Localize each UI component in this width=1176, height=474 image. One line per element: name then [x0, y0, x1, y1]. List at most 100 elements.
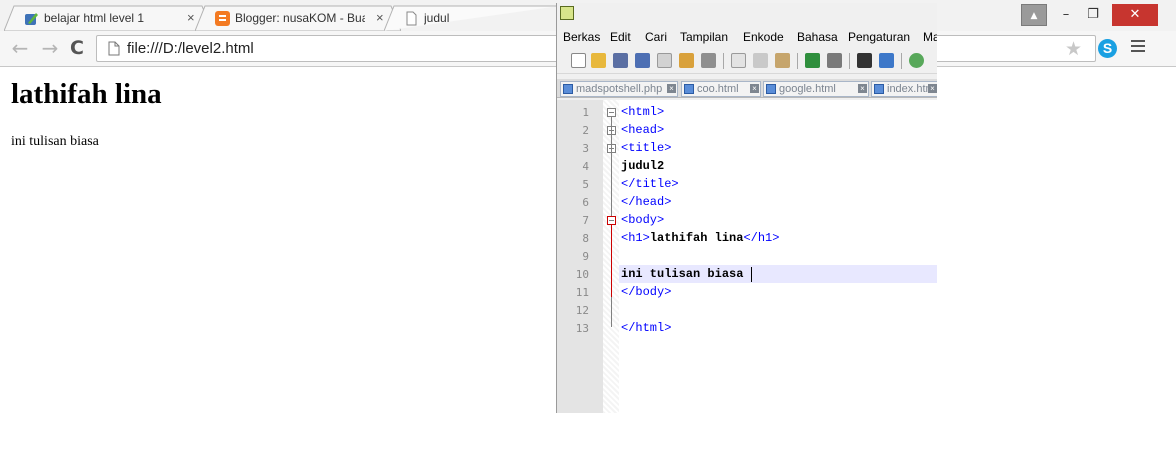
editor-file-tabs: madspotshell.php × coo.html × google.html × in… [557, 79, 937, 98]
open-file-icon[interactable] [591, 53, 606, 68]
file-tab-close-icon[interactable]: × [858, 84, 867, 93]
skype-icon[interactable]: S [1098, 39, 1117, 58]
code-area[interactable]: <html> <head> <title> judul2 </title> </head>… [619, 100, 937, 413]
menu-item-berkas[interactable]: Berkas [563, 30, 600, 44]
line-number: 11 [575, 286, 589, 299]
file-tab-coo-html[interactable]: coo.html × [681, 81, 761, 97]
html-tag-token: <html> [621, 105, 665, 119]
save-all-icon[interactable] [635, 53, 650, 68]
line-number: 13 [575, 322, 589, 335]
line-number-gutter: 1 2 3 4 5 6 7 8 9 10 11 12 13 [557, 100, 603, 413]
page-content: lathifah lina ini tulisan biasa [11, 78, 162, 149]
tab-belajar-html[interactable]: belajar html level 1 × [4, 5, 212, 31]
page-icon [108, 41, 120, 56]
notepad-plus-plus-window: Berkas Edit Cari Tampilan Enkode Bahasa Pengat… [556, 3, 937, 413]
file-tab-index-html[interactable]: index.html × [871, 81, 937, 97]
html-tag-token: </title> [621, 177, 679, 191]
file-icon [563, 84, 573, 94]
print-icon[interactable] [701, 53, 716, 68]
code-line[interactable]: </html> [621, 321, 671, 335]
replace-icon[interactable] [879, 53, 894, 68]
line-number: 10 [575, 268, 589, 281]
editor-menubar: Berkas Edit Cari Tampilan Enkode Bahasa Pengat… [557, 28, 937, 46]
html-tag-token: </h1> [743, 231, 780, 245]
zoom-in-icon[interactable] [909, 53, 924, 68]
restore-button[interactable]: ❐ [1080, 4, 1106, 26]
code-line[interactable]: </title> [621, 177, 679, 191]
close-file-icon[interactable] [657, 53, 672, 68]
page-icon [406, 11, 417, 26]
line-number: 12 [575, 304, 589, 317]
code-line[interactable]: </body> [621, 285, 671, 299]
fold-toggle-icon[interactable] [607, 216, 616, 225]
editor-toolbar [557, 48, 937, 74]
text-token: lathifah lina [649, 231, 744, 245]
file-tab-close-icon[interactable]: × [750, 84, 759, 93]
menu-item-bahasa[interactable]: Bahasa [797, 30, 838, 44]
file-icon [874, 84, 884, 94]
code-line[interactable]: <head> [621, 123, 664, 137]
notepad-app-icon [560, 6, 574, 20]
find-icon[interactable] [857, 53, 872, 68]
menu-item-edit[interactable]: Edit [610, 30, 631, 44]
menu-item-cari[interactable]: Cari [645, 30, 667, 44]
file-tab-close-icon[interactable]: × [928, 84, 937, 93]
code-line[interactable]: ini tulisan biasa [621, 267, 751, 281]
code-line[interactable]: <body> [621, 213, 664, 227]
code-line[interactable]: <h1>lathifah lina</h1> [621, 231, 779, 245]
new-file-icon[interactable] [571, 53, 586, 68]
line-number: 7 [582, 214, 589, 227]
line-number: 3 [582, 142, 589, 155]
code-editor[interactable]: 1 2 3 4 5 6 7 8 9 10 11 12 13 <html> <head> <title> jud… [557, 100, 937, 413]
line-number: 5 [582, 178, 589, 191]
blogger-icon [215, 11, 230, 26]
fold-toggle-icon[interactable] [607, 108, 616, 117]
tab-title: judul [424, 11, 450, 25]
editor-titlebar [557, 3, 937, 26]
back-button[interactable]: ← [9, 37, 31, 59]
code-line[interactable]: <title> [621, 141, 671, 155]
save-icon[interactable] [613, 53, 628, 68]
reload-button[interactable]: C [66, 37, 88, 59]
file-tab-madspotshell-php[interactable]: madspotshell.php × [560, 81, 678, 97]
page-heading: lathifah lina [11, 78, 162, 110]
redo-icon[interactable] [827, 53, 842, 68]
file-tab-google-html[interactable]: google.html × [763, 81, 869, 97]
html-tag-token: </body> [621, 285, 672, 299]
minimize-button[interactable]: – [1053, 4, 1079, 26]
copy-icon[interactable] [753, 53, 768, 68]
bookmark-star-icon[interactable]: ★ [1065, 38, 1082, 60]
html-tag-token: </head> [621, 195, 672, 209]
tab-blogger[interactable]: Blogger: nusaKOM - Buat × [195, 5, 401, 31]
close-button[interactable]: ✕ [1112, 4, 1158, 26]
tab-title: belajar html level 1 [44, 11, 145, 25]
menu-item-tampilan[interactable]: Tampilan [680, 30, 728, 44]
user-icon[interactable]: ▲ [1021, 4, 1047, 26]
menu-item-pengaturan[interactable]: Pengaturan [848, 30, 910, 44]
tab-close-icon[interactable]: × [376, 10, 384, 25]
code-line[interactable]: judul2 [621, 159, 664, 173]
close-all-icon[interactable] [679, 53, 694, 68]
cut-icon[interactable] [731, 53, 746, 68]
menu-item-enkode[interactable]: Enkode [743, 30, 784, 44]
html-tag-token: <h1> [621, 231, 650, 245]
fold-guide-active [611, 225, 612, 297]
undo-icon[interactable] [805, 53, 820, 68]
file-tab-label: madspotshell.php [576, 83, 663, 95]
blogger-edit-icon [25, 13, 38, 25]
file-tab-close-icon[interactable]: × [667, 84, 676, 93]
paste-icon[interactable] [775, 53, 790, 68]
menu-item-ma[interactable]: Ma [923, 30, 937, 44]
url-text[interactable]: file:///D:/level2.html [127, 40, 254, 57]
menu-icon[interactable] [1131, 40, 1145, 54]
html-tag-token: <title> [621, 141, 672, 155]
code-line[interactable]: <html> [621, 105, 664, 119]
code-line[interactable]: </head> [621, 195, 671, 209]
line-number: 2 [582, 124, 589, 137]
text-token: judul2 [621, 159, 665, 173]
tab-judul[interactable]: judul [384, 5, 559, 31]
toolbar-separator [849, 53, 850, 69]
file-tab-label: google.html [779, 83, 836, 95]
forward-button[interactable]: → [39, 37, 61, 59]
tab-close-icon[interactable]: × [187, 10, 195, 25]
